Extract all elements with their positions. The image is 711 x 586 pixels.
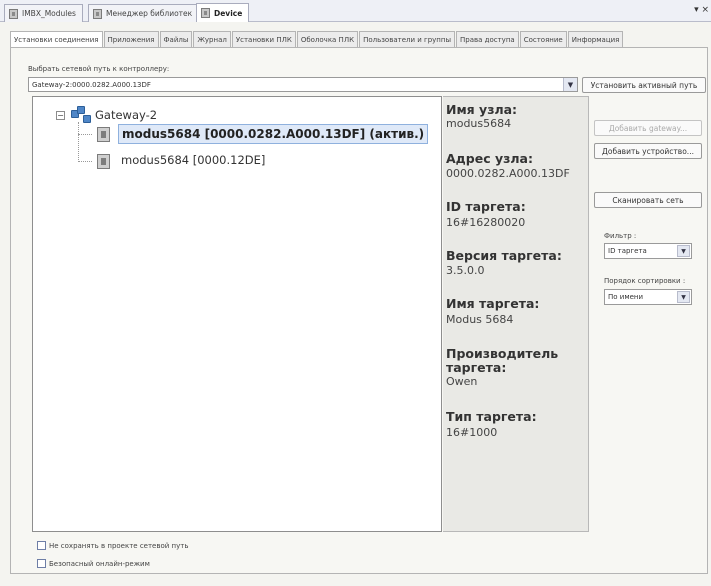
add-device-button[interactable]: Добавить устройство... [594, 143, 702, 159]
sort-order-select[interactable]: По имени ▼ [604, 289, 692, 305]
info-target-name-label: Имя таргета: [446, 296, 540, 311]
doc-tab-label: IMBX_Modules [22, 9, 76, 18]
info-target-version-label: Версия таргета: [446, 248, 562, 263]
add-gateway-button[interactable]: Добавить gateway... [594, 120, 702, 136]
tree-connector [78, 134, 92, 135]
document-tab-strip: IMBX_Modules Менеджер библиотек Device ▾… [0, 0, 711, 22]
tab-list-menu-icon[interactable]: ▾ × [694, 5, 709, 15]
scan-network-button[interactable]: Сканировать сеть [594, 192, 702, 208]
doc-tab-library-manager[interactable]: Менеджер библиотек [88, 4, 200, 22]
info-target-type-value: 16#1000 [446, 426, 498, 439]
info-target-type-label: Тип таргета: [446, 409, 537, 424]
device-config-tabs: Установки соединения Приложения Файлы Жу… [10, 31, 624, 48]
doc-tab-label: Device [214, 8, 243, 18]
chevron-down-icon[interactable]: ▼ [677, 291, 690, 303]
tab-plc-settings[interactable]: Установки ПЛК [231, 31, 296, 48]
tab-status[interactable]: Состояние [519, 31, 567, 48]
dont-save-path-checkbox[interactable] [37, 541, 46, 550]
doc-tab-imbx-modules[interactable]: IMBX_Modules [4, 4, 83, 22]
info-node-address-label: Адрес узла: [446, 151, 533, 166]
sort-order-label: Порядок сортировки : [604, 277, 686, 285]
doc-tab-label: Менеджер библиотек [106, 9, 193, 18]
info-node-address-value: 0000.0282.A000.13DF [446, 167, 570, 180]
tab-access-rights[interactable]: Права доступа [455, 31, 519, 48]
library-icon [93, 8, 102, 19]
safe-online-mode-row[interactable]: Безопасный онлайн-режим [37, 559, 150, 568]
chevron-down-icon[interactable]: ▼ [563, 78, 577, 91]
tree-item-device[interactable]: modus5684 [0000.12DE] [121, 153, 265, 167]
network-path-combo[interactable]: Gateway-2:0000.0282.A000.13DF ▼ [28, 77, 578, 92]
plc-device-icon [97, 154, 110, 169]
collapse-icon[interactable]: − [56, 111, 65, 120]
module-icon [9, 8, 18, 19]
tree-item-device-active[interactable]: modus5684 [0000.0282.A000.13DF] (актив.) [118, 124, 429, 144]
tab-users-groups[interactable]: Пользователи и группы [359, 31, 455, 48]
plc-device-icon [97, 127, 110, 142]
safe-online-mode-label: Безопасный онлайн-режим [49, 559, 150, 568]
tree-connector [78, 122, 79, 162]
dont-save-path-row[interactable]: Не сохранять в проекте сетевой путь [37, 541, 188, 550]
info-node-name-label: Имя узла: [446, 102, 518, 117]
info-node-name-value: modus5684 [446, 117, 512, 130]
info-target-id-value: 16#16280020 [446, 216, 526, 229]
info-vendor-value: Owen [446, 375, 478, 388]
doc-tab-device[interactable]: Device [196, 3, 250, 22]
tree-item-gateway[interactable]: Gateway-2 [95, 108, 157, 122]
filter-value: ID таргета [608, 247, 647, 255]
chevron-down-icon[interactable]: ▼ [677, 245, 690, 257]
sort-order-value: По имени [608, 293, 644, 301]
network-path-label: Выбрать сетевой путь к контроллеру: [28, 65, 170, 73]
network-path-value: Gateway-2:0000.0282.A000.13DF [32, 80, 151, 89]
dont-save-path-label: Не сохранять в проекте сетевой путь [49, 541, 189, 550]
filter-select[interactable]: ID таргета ▼ [604, 243, 692, 259]
gateway-icon [71, 106, 91, 123]
info-target-id-label: ID таргета: [446, 199, 526, 214]
tab-plc-shell[interactable]: Оболочка ПЛК [296, 31, 359, 48]
tab-applications[interactable]: Приложения [103, 31, 159, 48]
tree-connector [78, 161, 92, 162]
device-icon [201, 8, 210, 18]
info-target-version-value: 3.5.0.0 [446, 264, 485, 277]
safe-online-mode-checkbox[interactable] [37, 559, 46, 568]
tab-log[interactable]: Журнал [193, 31, 231, 48]
tab-files[interactable]: Файлы [159, 31, 193, 48]
tab-information[interactable]: Информация [567, 31, 624, 48]
set-active-path-button[interactable]: Установить активный путь [582, 77, 706, 93]
info-target-name-value: Modus 5684 [446, 313, 514, 326]
filter-label: Фильтр : [604, 232, 637, 240]
info-vendor-label: Производитель таргета: [446, 346, 559, 375]
tab-connection-settings[interactable]: Установки соединения [10, 31, 103, 48]
